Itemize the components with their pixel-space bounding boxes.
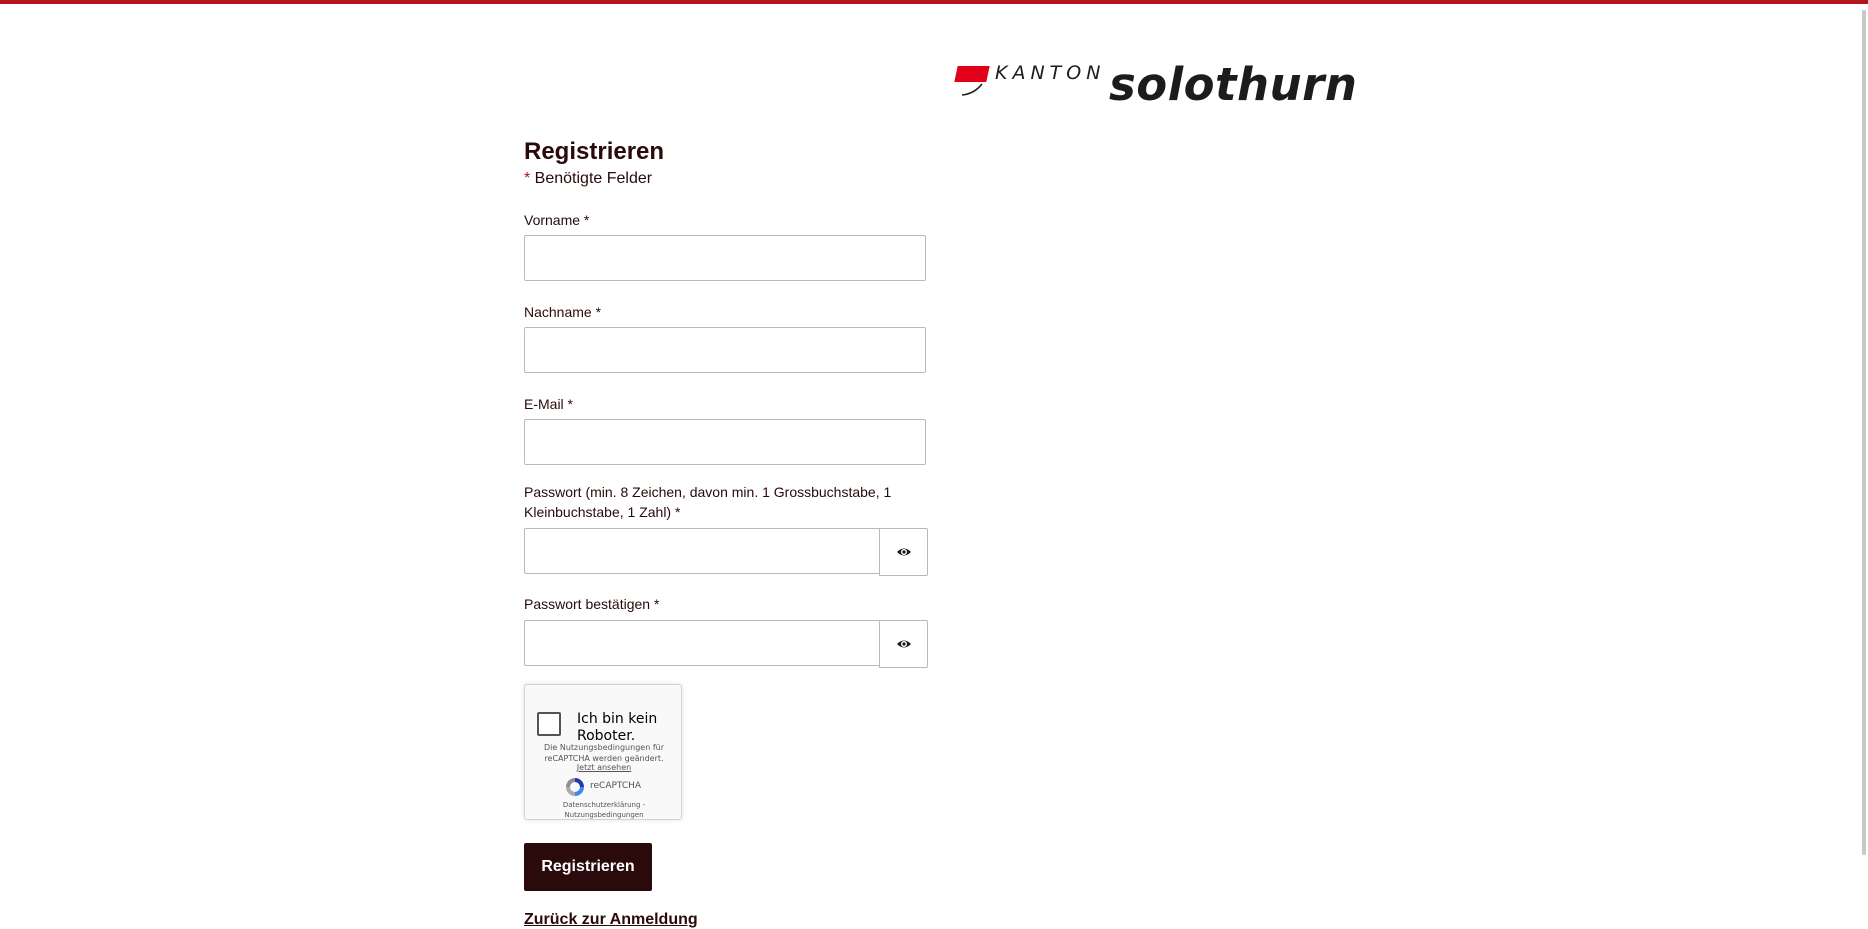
logo-solothurn-text: solothurn xyxy=(1109,58,1358,111)
top-accent-bar xyxy=(0,0,1868,4)
lastname-input[interactable] xyxy=(524,327,926,373)
recaptcha-brand: reCAPTCHA xyxy=(590,781,642,791)
logo-swoosh xyxy=(961,83,983,96)
password-confirm-input[interactable] xyxy=(524,620,880,666)
firstname-label: Vorname * xyxy=(524,212,590,228)
back-to-login-link[interactable]: Zurück zur Anmeldung xyxy=(524,911,698,929)
logo-kanton-text: KANTON xyxy=(995,62,1106,84)
recaptcha-terms-notice: Die Nutzungsbedingungen für reCAPTCHA we… xyxy=(543,743,664,763)
kanton-solothurn-logo: KANTON solothurn xyxy=(953,62,1357,110)
password-input[interactable] xyxy=(524,528,880,574)
logo-flag xyxy=(954,66,990,82)
lastname-label: Nachname * xyxy=(524,304,602,320)
register-button[interactable]: Registrieren xyxy=(524,843,652,891)
recaptcha-checkbox[interactable] xyxy=(537,712,561,736)
eye-icon xyxy=(896,548,911,556)
scrollbar-thumb[interactable] xyxy=(1862,10,1866,855)
page-scrollbar[interactable] xyxy=(1858,4,1868,920)
recaptcha-checkbox-label: Ich bin kein Roboter. xyxy=(577,711,658,744)
firstname-input[interactable] xyxy=(524,235,926,281)
recaptcha-privacy-terms-links[interactable]: Datenschutzerklärung - Nutzungsbedingung… xyxy=(525,800,683,820)
password-confirm-label: Passwort bestätigen * xyxy=(524,596,660,612)
required-note-text: Benötigte Felder xyxy=(530,170,653,187)
recaptcha-logo-icon xyxy=(566,778,584,796)
recaptcha-widget: Ich bin kein Roboter. Die Nutzungsbeding… xyxy=(524,684,682,820)
email-label: E-Mail * xyxy=(524,396,574,412)
page-title: Registrieren xyxy=(524,138,665,165)
password-visibility-toggle[interactable] xyxy=(879,528,928,576)
password-label: Passwort (min. 8 Zeichen, davon min. 1 G… xyxy=(524,484,892,520)
password-confirm-visibility-toggle[interactable] xyxy=(879,620,928,668)
recaptcha-view-link[interactable]: Jetzt ansehen xyxy=(525,763,683,772)
password-field-group xyxy=(524,528,928,576)
eye-icon xyxy=(896,640,911,648)
password-confirm-field-group xyxy=(524,620,928,668)
email-input[interactable] xyxy=(524,419,926,465)
required-fields-note: * Benötigte Felder xyxy=(524,170,652,188)
